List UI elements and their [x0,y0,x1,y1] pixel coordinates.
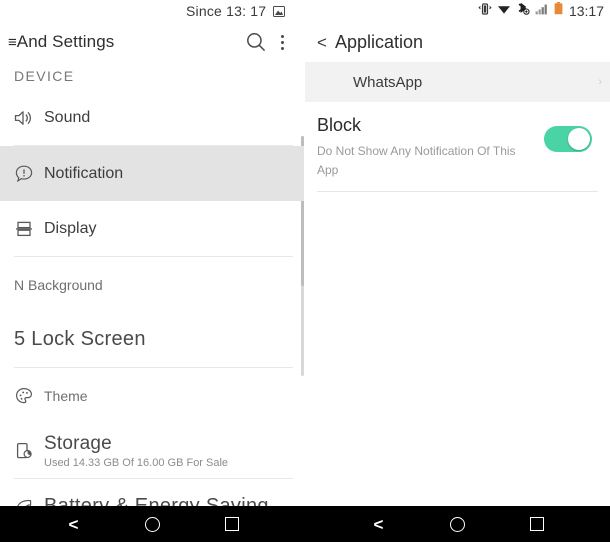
sidebar-item-label: N Background [14,276,103,293]
chevron-right-icon: › [598,76,602,88]
nav-home-icon[interactable] [138,509,168,539]
palette-icon [14,386,44,406]
settings-list: Sound Notification Display N Background … [0,90,305,506]
app-name: WhatsApp [353,73,423,91]
sidebar-item-label: Sound [44,108,91,126]
block-toggle[interactable] [544,126,592,152]
notification-icon [14,164,44,184]
nav-home-icon[interactable] [443,509,473,539]
app-header-band[interactable]: WhatsApp › [305,62,610,102]
sidebar-item-text: Storage Used 14.33 GB Of 16.00 GB For Sa… [44,433,228,469]
sidebar-item-text: Battery & Energy Saving [44,495,269,506]
leaf-icon [14,497,44,506]
signal-bars-icon [535,2,549,20]
search-icon[interactable] [243,29,269,55]
back-chevron-icon[interactable]: < [317,34,327,51]
image-icon [273,5,286,17]
status-bar-notification-text: Since 13: 17 [186,3,267,19]
preference-block[interactable]: Block Do Not Show Any Notification Of Th… [305,102,610,191]
application-toolbar: < Application [305,22,610,62]
preference-divider [317,191,598,193]
preference-title: Block [317,115,362,135]
sidebar-item-text: Theme [44,388,88,404]
sidebar-item-display[interactable]: Display [0,201,305,256]
status-bar: Since 13: 17 13:17 [0,0,610,22]
sidebar-item-text: Display [44,220,96,238]
page-title: Application [334,31,423,52]
sidebar-item-label: Notification [44,164,124,182]
sidebar-item-text: N Background [14,277,103,293]
nav-back-icon[interactable]: < [59,509,89,539]
battery-icon [554,2,563,20]
settings-pane: ≡ And Settings DEVICE Sound Notification… [0,22,305,506]
status-bar-clock: 13:17 [568,3,604,19]
application-pane: < Application WhatsApp › Block Do Not Sh… [305,22,610,506]
sidebar-item-text: Sound [44,109,90,127]
sidebar-item-sublabel: Used 14.33 GB Of 16.00 GB For Sale [44,456,229,469]
sidebar-item-background[interactable]: N Background [0,257,305,312]
vibrate-icon [478,2,492,20]
nav-back-icon[interactable]: < [364,509,394,539]
sidebar-item-sound[interactable]: Sound [0,90,305,145]
sidebar-item-theme[interactable]: Theme [0,368,305,423]
toggle-knob [568,128,590,150]
app-title: And Settings [16,32,115,51]
sidebar-item-label: Storage [44,432,112,454]
sidebar-item-lock-screen[interactable]: 5 Lock Screen [0,312,305,367]
sidebar-item-text: 5 Lock Screen [14,328,146,351]
sidebar-item-storage[interactable]: Storage Used 14.33 GB Of 16.00 GB For Sa… [0,423,305,478]
sidebar-item-label: Display [44,219,97,237]
settings-toolbar: ≡ And Settings [0,22,305,62]
status-bar-icons: 13:17 [478,0,604,22]
nav-recents-icon[interactable] [522,509,552,539]
navigation-bar-left: < [0,506,305,542]
more-vertical-icon[interactable] [269,29,295,55]
preference-text: Block Do Not Show Any Notification Of Th… [317,115,544,179]
nav-recents-icon[interactable] [217,509,247,539]
preference-subtitle: Do Not Show Any Notification Of This App [317,144,516,177]
section-header-device: DEVICE [14,68,75,84]
bluetooth-data-icon [516,2,530,20]
navigation-bar: < < [0,506,610,542]
storage-icon [14,441,44,461]
hamburger-icon[interactable]: ≡ [8,35,17,50]
display-icon [14,219,44,239]
wifi-icon [497,2,511,20]
sidebar-item-battery[interactable]: Battery & Energy Saving [0,479,305,506]
navigation-bar-right: < [305,506,610,542]
sidebar-item-text: Notification [44,165,123,183]
speaker-icon [14,109,44,127]
overflow-dots [280,34,284,50]
sidebar-item-label: Battery & Energy Saving [44,495,269,506]
sidebar-item-label: 5 Lock Screen [14,328,146,350]
phone-screen: Since 13: 17 13:17 ≡ And Settings DEVICE… [0,0,610,542]
sidebar-item-notification[interactable]: Notification [0,146,305,201]
sidebar-item-label: Theme [44,387,88,404]
